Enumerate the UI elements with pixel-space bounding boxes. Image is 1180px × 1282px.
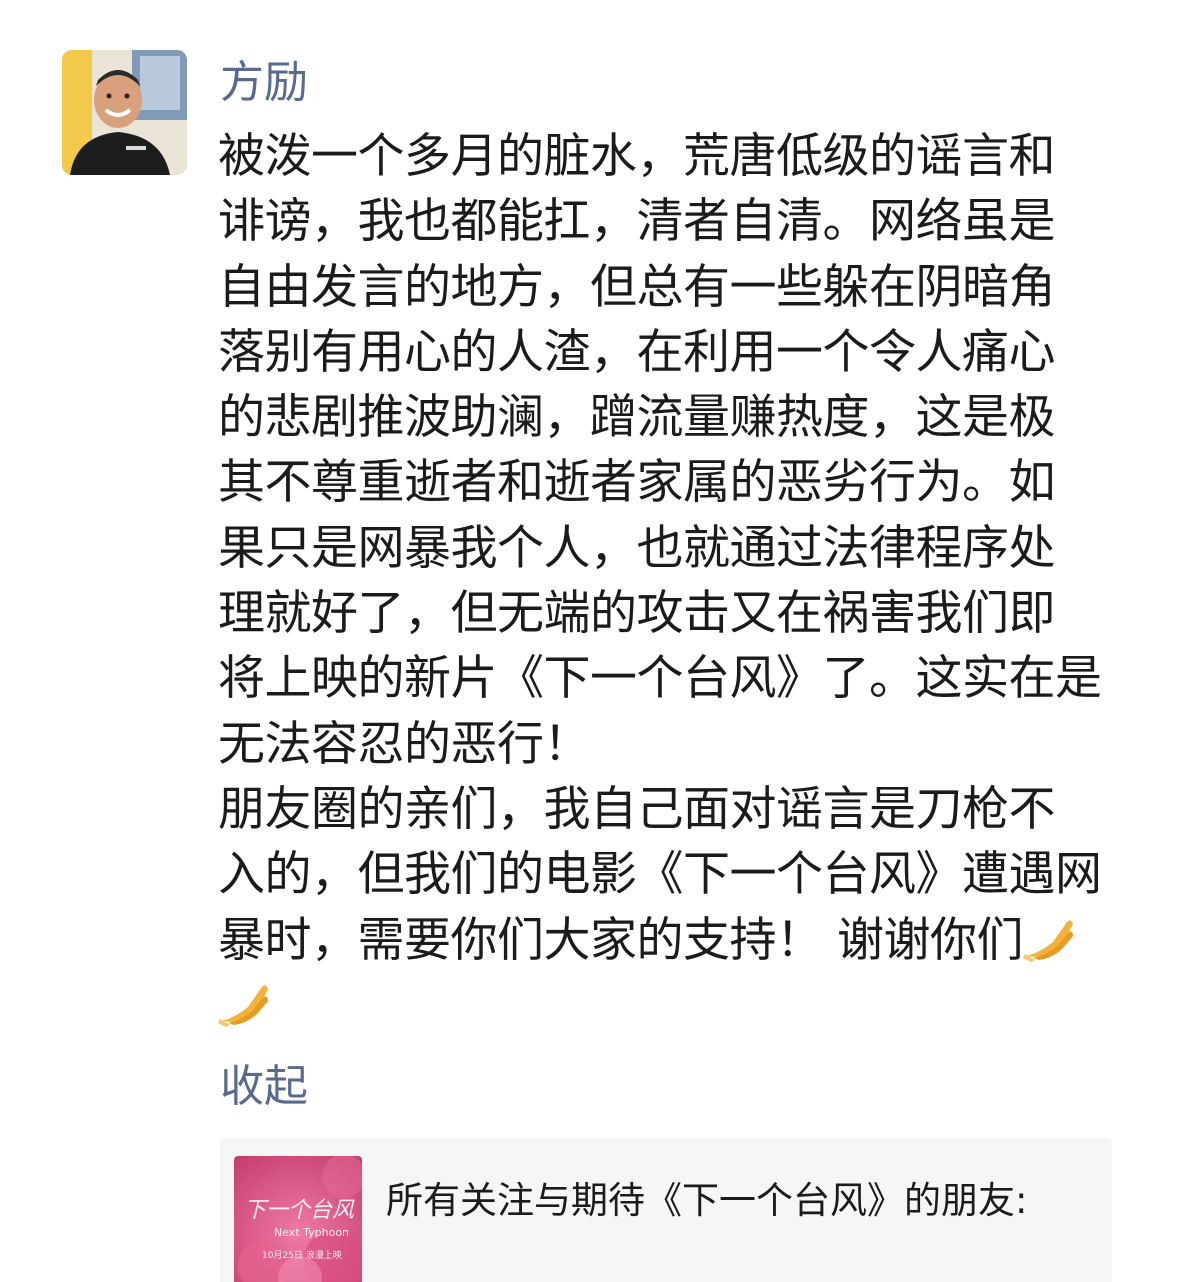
shared-link-card[interactable]: 下一个台风 Next Typhoon 10月25日 浪漫上映 所有关注与期待《下… [220, 1138, 1112, 1282]
author-name[interactable]: 方励 [220, 54, 308, 112]
post-line-with-emoji: 暴时，需要你们大家的支持！ 谢谢你们 [218, 908, 1118, 973]
post-line: 自由发言的地方，但总有一些躲在阴暗角 [218, 259, 1056, 315]
post-line-emoji [218, 973, 1118, 1038]
post-line: 无法容忍的恶行！ [218, 716, 591, 772]
post-line: 入的，但我们的电影《下一个台风》遭遇网 [218, 847, 1102, 903]
link-thumbnail: 下一个台风 Next Typhoon 10月25日 浪漫上映 [234, 1156, 362, 1282]
folded-hands-icon [218, 977, 272, 1027]
thumbnail-date: 10月25日 浪漫上映 [262, 1251, 342, 1261]
moments-post: 方励 被泼一个多月的脏水，荒唐低级的谣言和 诽谤，我也都能扛，清者自清。网络虽是… [0, 0, 1180, 1282]
thumbnail-subtitle: Next Typhoon [274, 1226, 350, 1239]
post-line-text: 暴时，需要你们大家的支持！ 谢谢你们 [218, 912, 1023, 968]
post-line: 被泼一个多月的脏水，荒唐低级的谣言和 [218, 129, 1056, 184]
post-line: 落别有用心的人渣，在利用一个令人痛心 [218, 324, 1056, 380]
post-body: 被泼一个多月的脏水，荒唐低级的谣言和 诽谤，我也都能扛，清者自清。网络虽是 自由… [218, 124, 1118, 1038]
author-avatar[interactable] [62, 50, 187, 175]
post-line: 的悲剧推波助澜，蹭流量赚热度，这是极 [218, 390, 1056, 446]
post-line: 其不尊重逝者和逝者家属的恶劣行为。如 [218, 455, 1056, 511]
thumbnail-title: 下一个台风 [244, 1198, 355, 1223]
post-line: 朋友圈的亲们，我自己面对谣言是刀枪不 [218, 781, 1056, 837]
post-line: 果只是网暴我个人，也就通过法律程序处 [218, 520, 1056, 576]
post-line: 理就好了，但无端的攻击又在祸害我们即 [218, 586, 1056, 642]
collapse-link[interactable]: 收起 [220, 1058, 308, 1116]
folded-hands-icon [1022, 912, 1077, 962]
link-card-title: 所有关注与期待《下一个台风》的朋友: [386, 1179, 1028, 1222]
avatar-image [62, 50, 187, 175]
post-line: 将上映的新片《下一个台风》了。这实在是 [218, 651, 1102, 707]
post-line: 诽谤，我也都能扛，清者自清。网络虽是 [218, 194, 1056, 250]
